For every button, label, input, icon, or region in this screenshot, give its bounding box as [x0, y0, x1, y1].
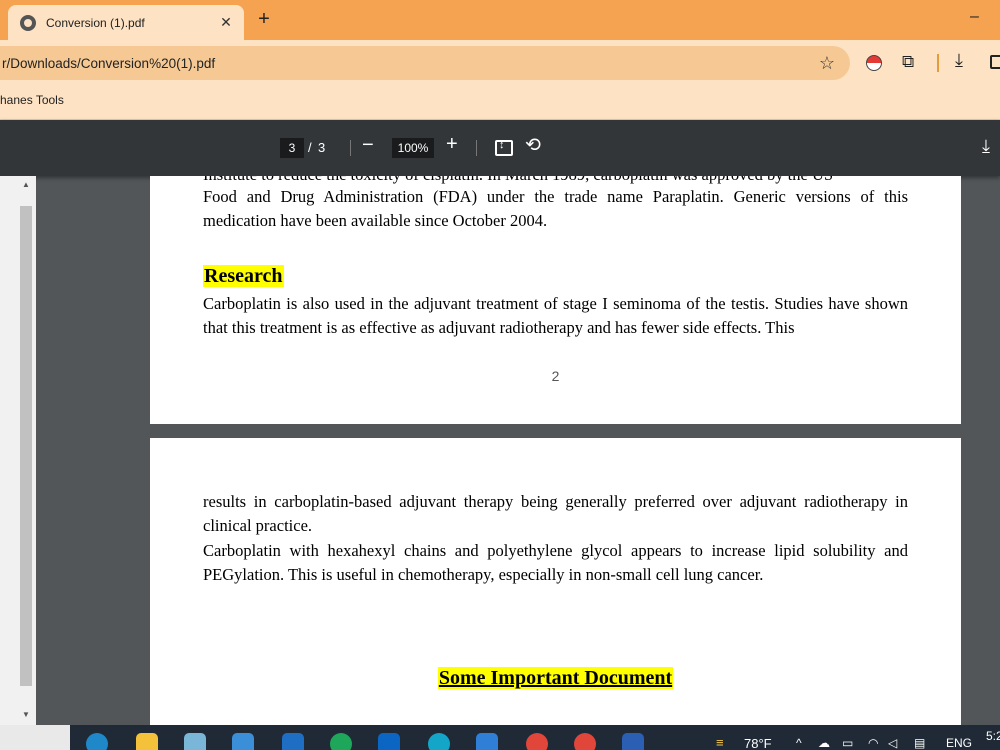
results-paragraph: results in carboplatin-based adjuvant th…: [203, 492, 908, 535]
volume-icon[interactable]: ◁: [888, 736, 897, 750]
app-f-icon[interactable]: [330, 733, 352, 750]
extensions-puzzle-icon[interactable]: ⧉: [902, 52, 914, 72]
zoom-input[interactable]: 100%: [392, 138, 434, 158]
address-bar[interactable]: r/Downloads/Conversion%20(1).pdf ☆: [0, 46, 850, 80]
important-document-heading: Some Important Document: [150, 667, 961, 690]
pdf-favicon-icon: [20, 14, 36, 31]
sidebar-scrollbar[interactable]: ▲ ▼: [0, 176, 36, 725]
bookmark-star-icon[interactable]: ☆: [812, 53, 842, 74]
browser-toolbar: r/Downloads/Conversion%20(1).pdf ☆ ⧉ ⤓: [0, 40, 1000, 86]
toolbar-divider: [350, 140, 351, 156]
file-explorer-icon[interactable]: [136, 733, 158, 750]
bookmark-item[interactable]: hanes Tools: [0, 93, 64, 107]
store-icon[interactable]: [232, 733, 254, 750]
fit-to-page-icon[interactable]: [495, 139, 513, 156]
tray-chevron-icon[interactable]: ^: [796, 736, 802, 750]
pdf-page-3: results in carboplatin-based adjuvant th…: [150, 438, 961, 728]
hexahexyl-paragraph: Carboplatin with hexahexyl chains and po…: [203, 541, 908, 584]
bookmarks-bar: hanes Tools: [0, 86, 1000, 120]
important-document-heading-text: Some Important Document: [437, 667, 674, 689]
research-paragraph: Carboplatin is also used in the adjuvant…: [203, 294, 908, 337]
cloud-icon[interactable]: ☁: [818, 736, 830, 750]
pdf-download-icon[interactable]: ⤓: [982, 136, 990, 157]
pokeball-extension-icon[interactable]: [866, 55, 882, 71]
photos-icon[interactable]: [476, 733, 498, 750]
tab-strip: Conversion (1).pdf ✕ + –: [0, 0, 1000, 40]
page-number-label: 2: [551, 368, 560, 384]
keyboard-icon[interactable]: ▤: [914, 736, 925, 750]
page-separator: /: [308, 140, 312, 155]
chrome-icon[interactable]: [526, 733, 548, 750]
scrollbar-thumb[interactable]: [20, 206, 32, 686]
chrome-profile-icon[interactable]: [574, 733, 596, 750]
taskbar-search-area[interactable]: [0, 725, 70, 750]
zoom-out-button[interactable]: −: [362, 134, 374, 157]
linkedin-icon[interactable]: [378, 733, 400, 750]
browser-tab[interactable]: Conversion (1).pdf ✕: [8, 5, 244, 40]
battery-icon[interactable]: ▭: [842, 736, 853, 750]
total-pages: 3: [318, 140, 326, 155]
word-icon[interactable]: [622, 733, 644, 750]
edge-icon[interactable]: [86, 733, 108, 750]
wifi-icon[interactable]: ◠: [868, 736, 878, 750]
research-heading: Research: [203, 265, 284, 287]
weather-icon[interactable]: ≡: [716, 735, 724, 750]
rotate-icon[interactable]: ⟲: [525, 134, 541, 157]
toolbar-divider: [937, 54, 939, 72]
tab-close-button[interactable]: ✕: [214, 14, 238, 31]
taskbar: ≡ 78°F ^ ☁ ▭ ◠ ◁ ▤ ENG 5:2: [0, 725, 1000, 750]
canva-icon[interactable]: [428, 733, 450, 750]
url-text[interactable]: r/Downloads/Conversion%20(1).pdf: [2, 56, 812, 71]
cut-off-text-line: Institute to reduce the toxicity of cisp…: [203, 176, 833, 185]
pdf-page-2: Institute to reduce the toxicity of cisp…: [150, 176, 961, 424]
fda-paragraph: Food and Drug Administration (FDA) under…: [203, 187, 908, 230]
scroll-up-arrow-icon[interactable]: ▲: [22, 180, 30, 189]
mail-icon[interactable]: [282, 733, 304, 750]
language-indicator[interactable]: ENG: [946, 736, 972, 750]
downloads-icon[interactable]: ⤓: [955, 50, 963, 71]
pdf-toolbar: 3 / 3 − 100% + ⟲ ⤓: [0, 120, 1000, 176]
minimize-button[interactable]: –: [970, 8, 979, 26]
side-panel-icon[interactable]: [990, 55, 1000, 69]
tab-title: Conversion (1).pdf: [46, 15, 145, 30]
scroll-down-arrow-icon[interactable]: ▼: [22, 710, 30, 719]
clock[interactable]: 5:2: [986, 729, 1000, 743]
toolbar-divider: [476, 140, 477, 156]
page-number-input[interactable]: 3: [280, 138, 304, 158]
new-tab-button[interactable]: +: [252, 8, 276, 31]
pen-app-icon[interactable]: [184, 733, 206, 750]
zoom-in-button[interactable]: +: [446, 133, 458, 156]
weather-temperature[interactable]: 78°F: [744, 736, 772, 750]
